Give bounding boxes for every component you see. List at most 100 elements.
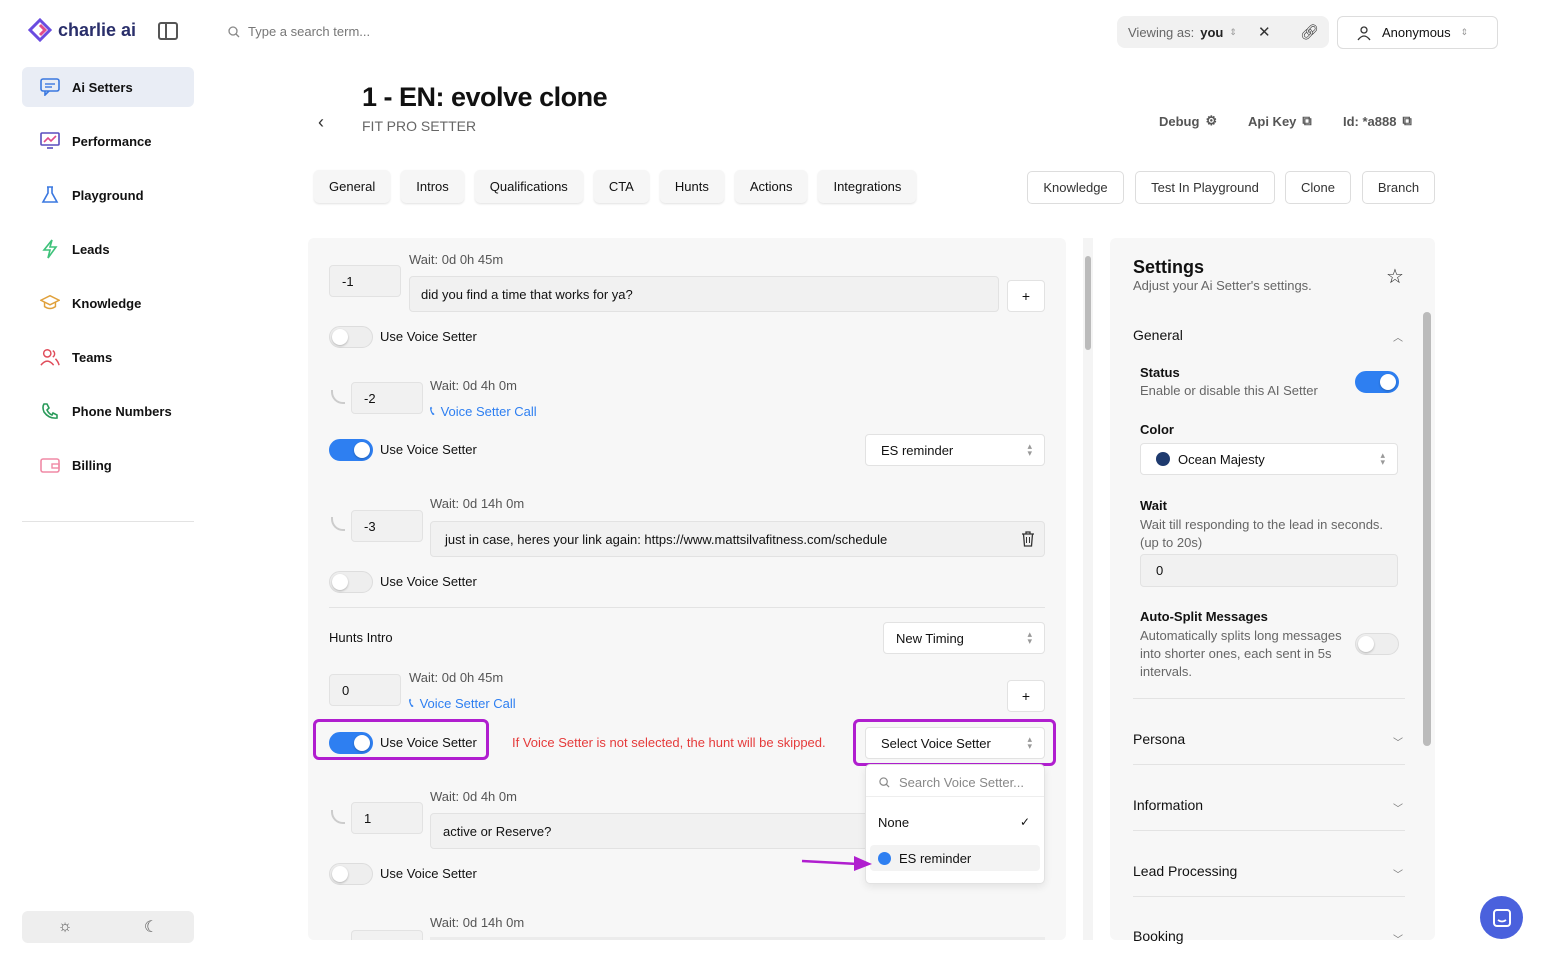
user-menu[interactable]: Anonymous ⇕ xyxy=(1337,16,1498,49)
message-input[interactable]: active or Reserve? xyxy=(430,813,870,849)
id-copy-button[interactable]: Id: *a888 ⧉ xyxy=(1343,113,1412,129)
debug-button[interactable]: Debug ⚙ xyxy=(1159,113,1217,129)
wait-seconds-input[interactable]: 0 xyxy=(1140,554,1398,587)
message-input[interactable] xyxy=(430,937,1045,940)
chat-widget-button[interactable] xyxy=(1480,896,1523,939)
sidebar-item-knowledge[interactable]: Knowledge xyxy=(22,283,194,323)
section-divider xyxy=(329,607,1045,608)
section-general[interactable]: General xyxy=(1133,327,1183,343)
sidebar-item-performance[interactable]: Performance xyxy=(22,121,194,161)
wait-setting-desc: Wait till responding to the lead in seco… xyxy=(1140,517,1384,550)
wait-label: Wait: 0d 0h 45m xyxy=(409,670,504,685)
close-icon[interactable]: ✕ xyxy=(1258,23,1271,41)
tab-cta[interactable]: CTA xyxy=(593,170,649,203)
sidebar-item-leads[interactable]: Leads xyxy=(22,229,194,269)
color-dot-icon xyxy=(878,851,891,865)
knowledge-button[interactable]: Knowledge xyxy=(1027,171,1124,204)
chevron-up-icon[interactable]: ︿ xyxy=(1393,329,1403,344)
phone-icon: 📞︎ xyxy=(430,403,435,418)
sun-icon[interactable]: ☼ xyxy=(58,918,73,936)
main-scrollbar-thumb[interactable] xyxy=(1085,256,1091,350)
settings-scrollbar-thumb[interactable] xyxy=(1423,312,1431,746)
sidebar-item-ai-setters[interactable]: Ai Setters xyxy=(22,67,194,107)
step-number-input[interactable]: 1 xyxy=(351,802,423,834)
voice-setter-call-link[interactable]: 📞︎ Voice Setter Call xyxy=(409,695,516,711)
status-toggle[interactable] xyxy=(1355,371,1399,393)
chat-icon xyxy=(40,77,60,97)
section-divider xyxy=(1133,896,1405,897)
tab-hunts[interactable]: Hunts xyxy=(659,170,724,203)
dropdown-option-es-reminder[interactable]: ES reminder xyxy=(870,845,1040,871)
voice-setter-call-link[interactable]: 📞︎ Voice Setter Call xyxy=(430,403,537,419)
add-step-button[interactable]: + xyxy=(1007,680,1045,712)
status-desc: Enable or disable this AI Setter xyxy=(1140,383,1318,398)
tab-actions[interactable]: Actions xyxy=(734,170,808,203)
star-icon[interactable]: ☆ xyxy=(1386,264,1404,289)
use-voice-toggle[interactable] xyxy=(329,863,373,885)
dropdown-option-none[interactable]: None ✓ xyxy=(870,809,1040,835)
check-icon: ✓ xyxy=(1019,815,1030,829)
section-persona[interactable]: Persona xyxy=(1133,731,1185,747)
step-number-input[interactable]: 0 xyxy=(329,674,401,706)
section-booking[interactable]: Booking xyxy=(1133,928,1184,944)
use-voice-toggle[interactable] xyxy=(329,326,373,348)
select-voice-setter[interactable]: Select Voice Setter ▴ ▾ xyxy=(865,727,1045,759)
tab-intros[interactable]: Intros xyxy=(401,170,464,203)
sidebar-item-teams[interactable]: Teams xyxy=(22,337,194,377)
viewing-as-selector[interactable]: Viewing as: you ⇕ ✕ 🔗︎ xyxy=(1117,16,1329,48)
moon-icon[interactable]: ☾ xyxy=(144,917,158,937)
chevron-down-icon[interactable]: ﹀ xyxy=(1393,734,1403,749)
section-information[interactable]: Information xyxy=(1133,797,1203,813)
chat-bubble-icon xyxy=(1492,908,1511,927)
dropdown-search[interactable]: Search Voice Setter... xyxy=(879,775,1024,790)
link-icon[interactable]: 🔗︎ xyxy=(1300,23,1319,41)
use-voice-toggle[interactable] xyxy=(329,571,373,593)
step-number-input[interactable]: -3 xyxy=(351,510,423,542)
chevron-down-icon[interactable]: ﹀ xyxy=(1393,866,1403,881)
branch-button[interactable]: Branch xyxy=(1362,171,1435,204)
search-bar[interactable]: Type a search term... xyxy=(228,24,370,39)
step-number-input[interactable]: -2 xyxy=(351,382,423,414)
clone-button[interactable]: Clone xyxy=(1285,171,1351,204)
sidebar-item-label: Leads xyxy=(72,241,110,257)
color-select[interactable]: Ocean Majesty ▴ ▾ xyxy=(1140,443,1398,475)
sidebar-item-billing[interactable]: Billing xyxy=(22,445,194,485)
user-icon xyxy=(1357,25,1371,40)
use-voice-toggle[interactable] xyxy=(329,732,373,754)
step-number-input[interactable] xyxy=(351,930,423,940)
brand-name: charlie ai xyxy=(58,19,137,40)
brand-logo[interactable]: charlie ai xyxy=(28,18,136,42)
dropdown-search-input[interactable]: Search Voice Setter... xyxy=(899,775,1024,790)
search-icon xyxy=(879,777,890,788)
timing-select[interactable]: New Timing ▴ ▾ xyxy=(883,622,1045,654)
message-input[interactable]: just in case, heres your link again: htt… xyxy=(430,521,1045,557)
sidebar-item-phone-numbers[interactable]: Phone Numbers xyxy=(22,391,194,431)
sidebar-item-playground[interactable]: Playground xyxy=(22,175,194,215)
back-chevron-icon[interactable]: ‹ xyxy=(318,112,324,133)
api-key-button[interactable]: Api Key ⧉ xyxy=(1248,113,1312,129)
voice-setter-select[interactable]: ES reminder ▴ ▾ xyxy=(865,434,1045,466)
step-number-input[interactable]: -1 xyxy=(329,265,401,297)
tab-general[interactable]: General xyxy=(314,170,391,203)
test-in-playground-button[interactable]: Test In Playground xyxy=(1135,171,1275,204)
tab-bar: General Intros Qualifications CTA Hunts … xyxy=(314,170,917,203)
use-voice-label: Use Voice Setter xyxy=(380,442,477,457)
chevron-down-icon[interactable]: ﹀ xyxy=(1393,800,1403,815)
user-name: Anonymous xyxy=(1382,25,1451,40)
tab-integrations[interactable]: Integrations xyxy=(818,170,917,203)
tab-qualifications[interactable]: Qualifications xyxy=(474,170,583,203)
status-label: Status xyxy=(1140,365,1180,380)
message-input[interactable]: did you find a time that works for ya? xyxy=(409,276,999,312)
sidebar-toggle-icon[interactable] xyxy=(158,22,178,40)
dropdown-divider xyxy=(866,796,1044,797)
viewing-as-value: you xyxy=(1200,24,1224,40)
add-step-button[interactable]: + xyxy=(1007,280,1045,312)
option-label: None xyxy=(878,814,910,830)
use-voice-toggle[interactable] xyxy=(329,439,373,461)
autosplit-toggle[interactable] xyxy=(1355,633,1399,655)
wallet-icon xyxy=(40,455,60,475)
trash-icon[interactable] xyxy=(1021,531,1035,547)
search-input[interactable]: Type a search term... xyxy=(248,24,370,39)
section-lead-processing[interactable]: Lead Processing xyxy=(1133,863,1237,879)
chevron-down-icon[interactable]: ﹀ xyxy=(1393,931,1403,946)
